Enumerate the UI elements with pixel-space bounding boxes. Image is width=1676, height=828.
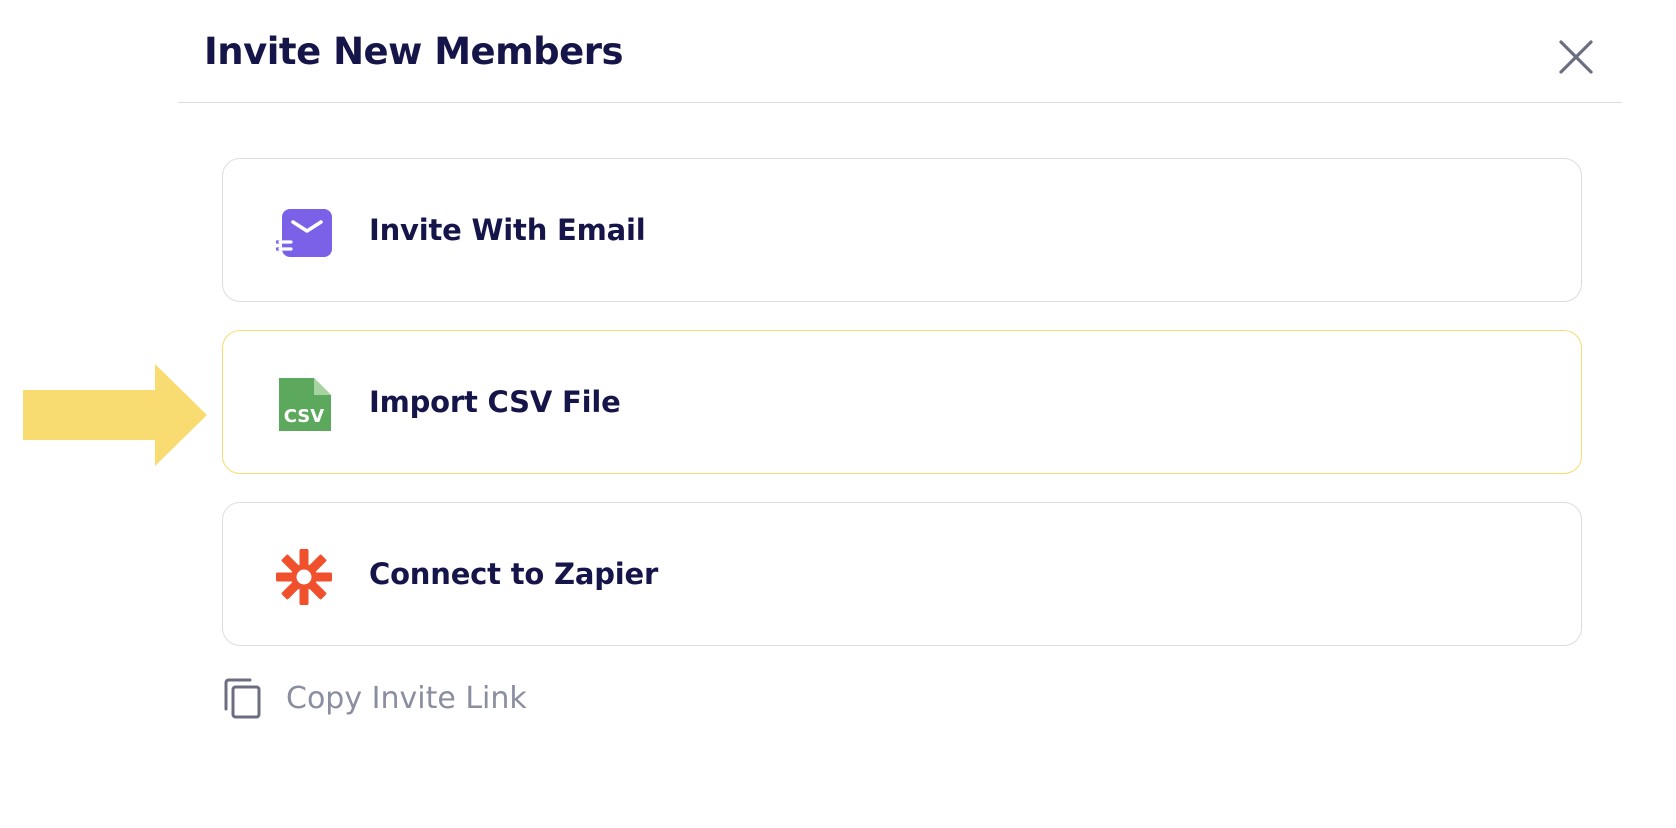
import-csv-option[interactable]: CSV Import CSV File — [222, 330, 1582, 474]
zapier-icon — [276, 549, 332, 605]
copy-icon — [222, 677, 264, 719]
option-label: Connect to Zapier — [369, 557, 659, 591]
csv-icon-text: CSV — [284, 406, 325, 427]
csv-file-icon: CSV — [276, 377, 332, 433]
option-label: Invite With Email — [369, 213, 646, 247]
invite-with-email-option[interactable]: Invite With Email — [222, 158, 1582, 302]
close-icon — [1559, 40, 1593, 74]
connect-zapier-option[interactable]: Connect to Zapier — [222, 502, 1582, 646]
arrow-right-icon — [23, 364, 207, 466]
email-icon — [276, 205, 332, 261]
option-label: Import CSV File — [369, 385, 621, 419]
modal-header: Invite New Members — [178, 0, 1622, 103]
modal-title: Invite New Members — [204, 30, 624, 73]
copy-invite-link-label: Copy Invite Link — [286, 681, 527, 716]
close-button[interactable] — [1553, 34, 1599, 80]
